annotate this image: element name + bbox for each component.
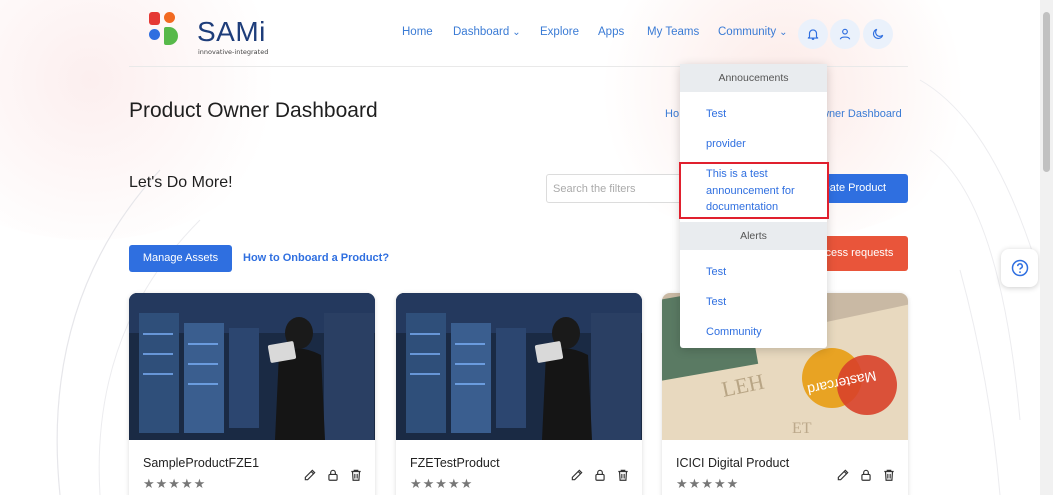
- nav-dashboard[interactable]: Dashboard ⌄: [453, 26, 521, 38]
- product-image: [396, 293, 642, 440]
- chevron-down-icon: ⌄: [779, 27, 788, 38]
- product-title[interactable]: ICICI Digital Product: [676, 456, 789, 470]
- rating-stars: ★★★★★: [676, 476, 740, 491]
- trash-icon[interactable]: [616, 468, 630, 482]
- chevron-down-icon: ⌄: [512, 27, 521, 38]
- logo-green-block: [164, 27, 178, 45]
- card-actions: [836, 468, 896, 482]
- alert-item[interactable]: Community: [706, 324, 816, 341]
- product-title[interactable]: SampleProductFZE1: [143, 456, 259, 470]
- card-actions: [570, 468, 630, 482]
- nav-my-teams[interactable]: My Teams: [647, 26, 699, 38]
- logo-red-block: [149, 12, 160, 25]
- rating-stars: ★★★★★: [410, 476, 474, 491]
- moon-icon: [873, 28, 884, 39]
- edit-icon[interactable]: [303, 468, 317, 482]
- announcement-item[interactable]: Test: [706, 106, 816, 123]
- announcement-item[interactable]: This is a test announcement for document…: [706, 166, 816, 216]
- lock-icon[interactable]: [593, 468, 607, 482]
- announcement-item[interactable]: provider: [706, 136, 816, 153]
- nav-apps[interactable]: Apps: [598, 26, 624, 38]
- lock-icon[interactable]: [326, 468, 340, 482]
- rating-stars: ★★★★★: [143, 476, 207, 491]
- nav-explore[interactable]: Explore: [540, 26, 579, 38]
- onboard-product-link[interactable]: How to Onboard a Product?: [243, 252, 389, 264]
- nav-community[interactable]: Community ⌄: [718, 26, 788, 38]
- alerts-header: Alerts: [680, 222, 827, 250]
- product-card[interactable]: SampleProductFZE1 ★★★★★: [129, 293, 375, 495]
- top-navbar: SAMi innovative-integrated Home Dashboar…: [129, 0, 908, 67]
- manage-assets-button[interactable]: Manage Assets: [129, 245, 232, 272]
- logo-orange-dot: [164, 12, 175, 23]
- lock-icon[interactable]: [859, 468, 873, 482]
- notifications-button[interactable]: [798, 19, 828, 49]
- trash-icon[interactable]: [349, 468, 363, 482]
- help-circle-icon: [1011, 259, 1028, 277]
- logo-wordmark: SAMi: [197, 16, 266, 47]
- sami-logo[interactable]: SAMi innovative-integrated: [145, 12, 275, 58]
- product-image: [129, 293, 375, 440]
- edit-icon[interactable]: [570, 468, 584, 482]
- filter-search-input[interactable]: Search the filters: [546, 174, 696, 203]
- help-button[interactable]: [1001, 249, 1038, 287]
- card-actions: [303, 468, 363, 482]
- product-title[interactable]: FZETestProduct: [410, 456, 500, 470]
- scrollbar-thumb[interactable]: [1043, 12, 1050, 172]
- nav-home[interactable]: Home: [402, 26, 433, 38]
- svg-text:ET: ET: [792, 420, 812, 437]
- community-dropdown-menu: Annoucements Test provider This is a tes…: [680, 64, 827, 348]
- theme-toggle-button[interactable]: [863, 19, 893, 49]
- bell-icon: [807, 29, 819, 40]
- nav-dashboard-label: Dashboard: [453, 26, 510, 38]
- breadcrumb: Ho wner Dashboard: [665, 108, 902, 120]
- logo-blue-dot: [149, 29, 160, 40]
- page-title: Product Owner Dashboard: [129, 99, 378, 122]
- page-scrollbar[interactable]: [1040, 0, 1053, 495]
- profile-button[interactable]: [830, 19, 860, 49]
- search-placeholder: Search the filters: [553, 183, 636, 195]
- logo-tagline: innovative-integrated: [198, 48, 269, 56]
- breadcrumb-home[interactable]: Ho: [665, 108, 679, 120]
- alert-item[interactable]: Test: [706, 294, 816, 311]
- trash-icon[interactable]: [882, 468, 896, 482]
- edit-icon[interactable]: [836, 468, 850, 482]
- user-icon: [839, 28, 851, 40]
- product-card[interactable]: FZETestProduct ★★★★★: [396, 293, 642, 495]
- breadcrumb-current: wner Dashboard: [821, 108, 902, 120]
- nav-community-label: Community: [718, 26, 777, 38]
- section-tagline: Let's Do More!: [129, 174, 233, 191]
- announcements-header: Annoucements: [680, 64, 827, 92]
- alert-item[interactable]: Test: [706, 264, 816, 281]
